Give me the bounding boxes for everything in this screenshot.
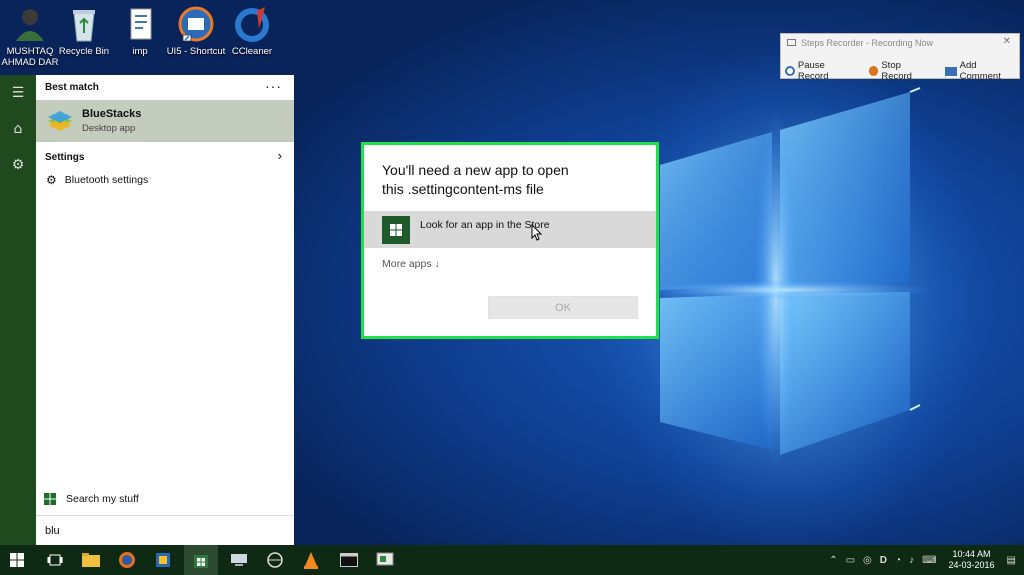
wifi-icon[interactable]: ◔ (895, 555, 901, 566)
task-view-icon (47, 554, 63, 566)
add-comment-label: Add Comment (959, 60, 1001, 82)
stop-record-label: Stop Record (881, 60, 912, 82)
store-icon (194, 555, 208, 568)
dialog-title-line1: You'll need a new app to open (382, 162, 569, 178)
more-apps-link[interactable]: More apps ↓ (382, 258, 440, 270)
app-icon (156, 553, 170, 567)
taskbar-file-explorer[interactable] (74, 545, 108, 575)
desktop-icon-label: Recycle Bin (58, 46, 110, 57)
ok-button[interactable]: OK (488, 296, 638, 319)
taskbar-vlc[interactable] (294, 545, 328, 575)
clock[interactable]: 10:44 AM 24-03-2016 (949, 549, 995, 571)
settings-label: Settings (45, 152, 85, 163)
document-icon (121, 5, 159, 43)
recorder-app-icon (787, 39, 796, 46)
firefox-icon (119, 552, 135, 568)
folder-icon (82, 553, 100, 567)
result-bluestacks[interactable]: BlueStacks Desktop app (36, 100, 294, 142)
result-app-name: BlueStacks (82, 108, 142, 120)
gear-icon: ⚙ (46, 173, 57, 187)
computer-icon (231, 554, 247, 566)
settings-header[interactable]: Settings › (36, 142, 294, 169)
task-view-button[interactable] (38, 545, 72, 575)
taskbar-app-1[interactable] (146, 545, 180, 575)
desktop-icon-label: MUSHTAQ AHMAD DAR (1, 46, 59, 68)
start-menu-rail: ☰ ⌂ ⚙ (0, 75, 36, 545)
best-match-label: Best match (45, 82, 99, 93)
pause-record-label: Pause Record (797, 60, 829, 82)
network-icon (267, 552, 283, 568)
store-icon (382, 215, 410, 244)
clock-date: 24-03-2016 (948, 560, 995, 570)
desktop-icon-imp[interactable]: imp (110, 5, 170, 57)
vlc-icon (304, 552, 318, 569)
steps-recorder-titlebar[interactable]: Steps Recorder - Recording Now ✕ (781, 34, 1019, 52)
desktop-icon-recycle-bin[interactable]: Recycle Bin (54, 5, 114, 57)
clock-time: 10:44 AM (952, 549, 991, 559)
dialog-title: You'll need a new app to open this .sett… (382, 161, 642, 199)
close-icon[interactable]: ✕ (1003, 36, 1011, 47)
comment-icon (944, 66, 957, 76)
pause-record-button[interactable]: Pause Record (785, 60, 857, 82)
pause-icon (785, 66, 795, 76)
app-tray-icon[interactable]: ◎ (863, 555, 872, 566)
desktop-icon-user[interactable]: MUSHTAQ AHMAD DAR (0, 5, 60, 68)
setting-item-label: Bluetooth settings (64, 174, 149, 186)
windows-icon (10, 553, 24, 567)
gear-icon[interactable]: ⚙ (0, 147, 36, 183)
search-results-panel: Best match ··· BlueStacks Desktop app Se… (36, 75, 294, 545)
stop-icon (868, 66, 879, 76)
recorder-icon (376, 552, 394, 566)
keyboard-icon[interactable]: ⌨ (922, 555, 936, 566)
taskbar-store[interactable] (184, 545, 218, 575)
user-folder-icon (11, 5, 49, 43)
notifications-icon[interactable]: ▤ (1007, 555, 1016, 566)
app-d-icon[interactable]: D (880, 555, 887, 566)
recycle-bin-icon (65, 5, 103, 43)
chevron-up-icon[interactable]: ⌃ (829, 555, 837, 566)
dialog-title-line2: this .settingcontent-ms file (382, 181, 544, 197)
home-icon[interactable]: ⌂ (0, 111, 36, 147)
steps-recorder-toolbar: Pause Record Stop Record Add Comment (781, 52, 1019, 82)
battery-icon[interactable]: ▭ (846, 555, 855, 566)
best-match-header: Best match ··· (36, 75, 294, 100)
taskbar-app-2[interactable] (222, 545, 256, 575)
ccleaner-icon (233, 5, 271, 43)
desktop-icon-label: imp (132, 46, 148, 57)
stop-record-button[interactable]: Stop Record (868, 60, 933, 82)
result-app-type: Desktop app (82, 123, 136, 134)
taskbar: ⌃ ▭ ◎ D ◔ ♪ ⌨ 10:44 AM 24-03-2016 ▤ (0, 545, 1024, 575)
desktop-icon-label: UI5 - Shortcut (166, 46, 226, 57)
desktop-icon-ccleaner[interactable]: CCleaner (222, 5, 282, 57)
result-bluetooth-settings[interactable]: ⚙ Bluetooth settings (36, 169, 294, 191)
system-tray: ⌃ ▭ ◎ D ◔ ♪ ⌨ 10:44 AM 24-03-2016 ▤ (825, 545, 1024, 575)
windows-icon (44, 493, 56, 505)
search-my-stuff[interactable]: Search my stuff (36, 487, 294, 511)
open-with-dialog: You'll need a new app to open this .sett… (361, 142, 659, 339)
desktop-icon-ui5[interactable]: UI5 - Shortcut (166, 5, 226, 57)
more-options-icon[interactable]: ··· (265, 78, 282, 94)
taskbar-firefox[interactable] (110, 545, 144, 575)
start-button[interactable] (0, 545, 34, 575)
look-for-app-in-store-option[interactable]: Look for an app in the Store (364, 211, 656, 248)
hamburger-menu-icon[interactable]: ☰ (0, 75, 36, 111)
shortcut-icon (177, 5, 215, 43)
terminal-icon (340, 553, 358, 567)
chevron-right-icon: › (277, 148, 282, 163)
search-my-stuff-label: Search my stuff (66, 493, 139, 505)
add-comment-button[interactable]: Add Comment (944, 60, 1019, 82)
taskbar-app-3[interactable] (258, 545, 292, 575)
desktop-icon-label: CCleaner (231, 46, 273, 57)
search-input[interactable]: blu (36, 515, 294, 545)
steps-recorder-title: Steps Recorder - Recording Now (801, 38, 934, 48)
bluestacks-icon (48, 111, 72, 131)
mouse-cursor-icon (531, 224, 543, 241)
volume-icon[interactable]: ♪ (909, 555, 914, 566)
taskbar-cmd[interactable] (332, 545, 366, 575)
steps-recorder-window[interactable]: Steps Recorder - Recording Now ✕ Pause R… (780, 33, 1020, 82)
taskbar-steps-recorder[interactable] (368, 545, 402, 575)
